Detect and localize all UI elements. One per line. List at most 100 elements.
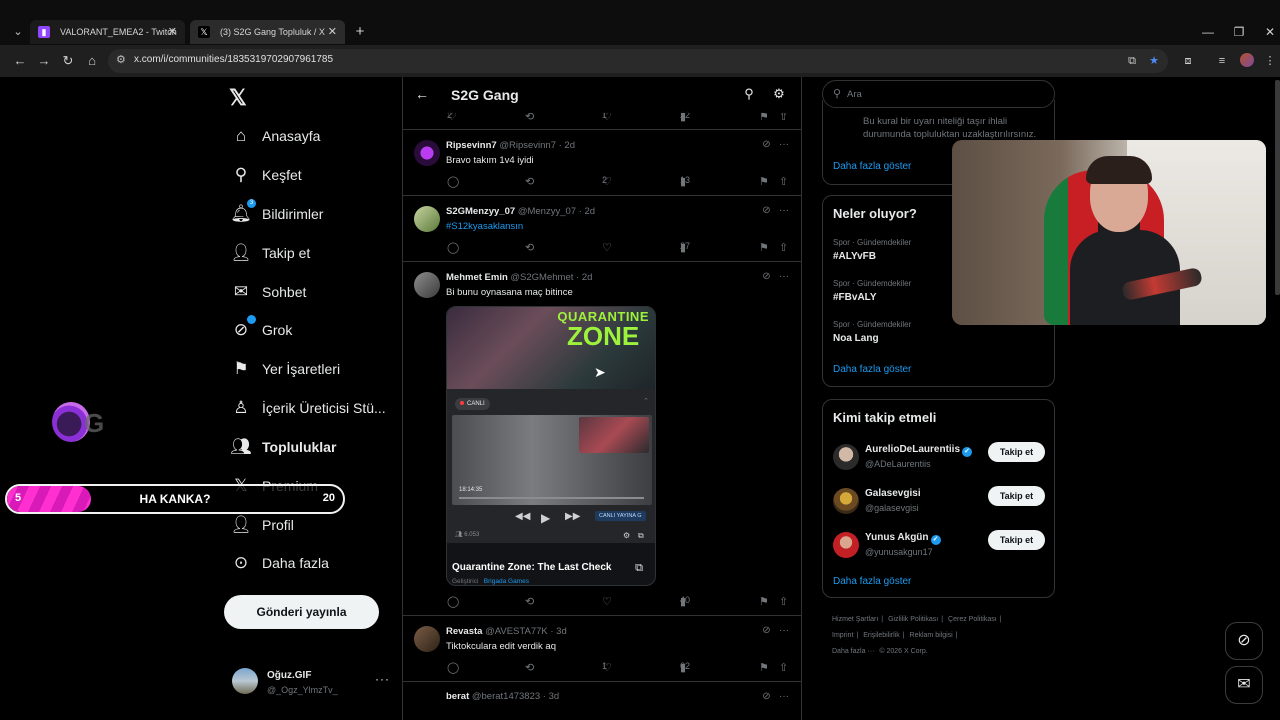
play-icon[interactable]: ▶ bbox=[541, 511, 550, 525]
tweet-author[interactable]: berat bbox=[446, 691, 469, 702]
like-icon[interactable]: ♡ 2 bbox=[602, 175, 612, 188]
grok-icon[interactable]: ⊘ bbox=[762, 205, 770, 216]
post-button[interactable]: Gönderi yayınla bbox=[224, 595, 379, 629]
x-logo-icon[interactable]: 𝕏 bbox=[229, 85, 247, 111]
nav-item-creator-studio[interactable]: ♙ İçerik Üreticisi Stü... bbox=[230, 396, 385, 420]
home-button-icon[interactable]: ⌂ bbox=[84, 53, 100, 69]
bookmark-star-icon[interactable]: ★ bbox=[1146, 53, 1162, 69]
card-footer[interactable]: Quarantine Zone: The Last Check ⧉ Gelişt… bbox=[447, 543, 655, 585]
game-card[interactable]: QUARANTINE ZONE ➤ CANLI ⌃ 18:14:35 ◀◀ ▶ … bbox=[446, 306, 656, 586]
more-icon[interactable]: ··· bbox=[375, 672, 390, 686]
forward-icon[interactable]: ▶▶ bbox=[565, 511, 580, 522]
page-scrollbar[interactable] bbox=[1275, 80, 1280, 295]
suggestion-name[interactable]: Galasevgisi bbox=[865, 488, 921, 499]
tweet-author[interactable]: Revasta bbox=[446, 626, 482, 637]
show-more-link[interactable]: Daha fazla göster bbox=[833, 161, 911, 172]
grok-icon[interactable]: ⊘ bbox=[762, 139, 770, 150]
search-icon[interactable]: ⚲ bbox=[741, 86, 757, 102]
nav-item-home[interactable]: ⌂ Anasayfa bbox=[230, 124, 321, 148]
grok-icon[interactable]: ⊘ bbox=[762, 625, 770, 636]
views-icon[interactable]: ▮ 40 bbox=[680, 595, 690, 608]
back-arrow-icon[interactable]: ← bbox=[415, 86, 429, 102]
card-title[interactable]: Quarantine Zone: The Last Check bbox=[452, 562, 611, 573]
share-card-icon[interactable]: ⧉ bbox=[635, 562, 643, 575]
reload-icon[interactable]: ↻ bbox=[60, 53, 76, 69]
follow-suggestion[interactable]: Yunus Akgün ✓ @yunusakgun17 Takip et bbox=[833, 530, 1045, 564]
imprint-link[interactable]: Imprint bbox=[832, 632, 853, 639]
publisher-link[interactable]: Brigada Games bbox=[484, 578, 529, 585]
suggestion-name[interactable]: Yunus Akgün ✓ bbox=[865, 532, 941, 545]
forward-icon[interactable]: → bbox=[36, 53, 52, 69]
avatar[interactable] bbox=[414, 206, 440, 232]
grok-icon[interactable]: ⊘ bbox=[1225, 622, 1263, 660]
close-tab-icon[interactable]: ✕ bbox=[328, 20, 337, 44]
tweet[interactable]: Ripsevinn7 @Ripsevinn7 · 2d ⊘ ··· Bravo … bbox=[403, 130, 801, 196]
follow-button[interactable]: Takip et bbox=[988, 486, 1045, 506]
go-live-pill[interactable]: CANLI YAYINA G bbox=[595, 511, 646, 521]
cookie-link[interactable]: Çerez Politikası bbox=[948, 616, 997, 623]
more-icon[interactable]: ··· bbox=[779, 205, 789, 216]
more-icon[interactable]: ··· bbox=[779, 139, 789, 150]
hashtag-link[interactable]: #S12kyasaklansın bbox=[446, 221, 523, 232]
tab-search-icon[interactable]: ⌄ bbox=[8, 22, 28, 42]
account-name[interactable]: Oğuz.GIF bbox=[267, 670, 311, 681]
grok-icon[interactable]: ⊘ bbox=[762, 691, 770, 702]
suggestion-name[interactable]: AurelioDeLaurentiis ✓ bbox=[865, 444, 973, 457]
minimize-icon[interactable]: — bbox=[1200, 24, 1216, 40]
avatar[interactable] bbox=[414, 272, 440, 298]
tweet[interactable]: S2GMenzyy_07 @Menzyy_07 · 2d ⊘ ··· #S12k… bbox=[403, 196, 801, 262]
tweet-author[interactable]: S2GMenzyy_07 bbox=[446, 206, 515, 217]
avatar[interactable] bbox=[833, 444, 859, 470]
nav-item-follow[interactable]: 👤︎ Takip et bbox=[230, 241, 310, 265]
avatar[interactable] bbox=[414, 140, 440, 166]
restore-icon[interactable]: ❐ bbox=[1231, 24, 1247, 40]
live-video-player[interactable]: CANLI ⌃ 18:14:35 ◀◀ ▶ ▶▶ CANLI YAYINA G … bbox=[447, 389, 655, 543]
site-info-icon[interactable]: ⚙ bbox=[116, 53, 126, 66]
show-more-link[interactable]: Daha fazla göster bbox=[833, 364, 911, 375]
nav-item-bookmarks[interactable]: ⚑ Yer İşaretleri bbox=[230, 357, 340, 381]
nav-item-explore[interactable]: ⚲ Keşfet bbox=[230, 163, 302, 187]
video-progress-bar[interactable] bbox=[459, 497, 644, 499]
chevron-up-icon[interactable]: ⌃ bbox=[643, 397, 649, 405]
media-controls-icon[interactable]: ≡ bbox=[1214, 53, 1230, 69]
show-more-link[interactable]: Daha fazla göster bbox=[833, 576, 911, 587]
browser-tab-twitch[interactable]: ▮ VALORANT_EMEA2 - Twitch ✕ bbox=[30, 20, 185, 44]
url-field[interactable]: ⚙ x.com/i/communities/183531970290796178… bbox=[108, 49, 1168, 73]
avatar[interactable] bbox=[833, 488, 859, 514]
nav-item-grok[interactable]: ⊘ Grok bbox=[230, 315, 292, 342]
extensions-icon[interactable]: ⧈ bbox=[1180, 53, 1196, 69]
settings-icon[interactable]: ⚙ bbox=[623, 531, 630, 540]
nav-item-notifications[interactable]: 🔔︎ 3 Bildirimler bbox=[230, 199, 323, 226]
external-link-icon[interactable]: ⧉ bbox=[638, 531, 644, 541]
grok-icon[interactable]: ⊘ bbox=[762, 271, 770, 282]
close-tab-icon[interactable]: ✕ bbox=[168, 20, 177, 44]
new-tab-button[interactable]: + bbox=[352, 22, 368, 42]
back-icon[interactable]: ← bbox=[12, 53, 28, 69]
tweet[interactable]: Mehmet Emin @S2GMehmet · 2d ⊘ ··· Bi bun… bbox=[403, 262, 801, 616]
views-icon[interactable]: ▮ 62 bbox=[680, 661, 690, 674]
avatar[interactable] bbox=[232, 668, 258, 694]
views-icon[interactable]: ▮ 13 bbox=[680, 175, 690, 188]
accessibility-link[interactable]: Erişilebilirlik bbox=[863, 632, 900, 639]
avatar[interactable] bbox=[414, 626, 440, 652]
follow-suggestion[interactable]: AurelioDeLaurentiis ✓ @ADeLaurentiis Taki… bbox=[833, 442, 1045, 476]
tweet-author[interactable]: Ripsevinn7 bbox=[446, 140, 497, 151]
tweet-author[interactable]: Mehmet Emin bbox=[446, 272, 508, 283]
gear-icon[interactable]: ⚙ bbox=[771, 86, 787, 102]
close-window-icon[interactable]: ✕ bbox=[1262, 24, 1278, 40]
ads-info-link[interactable]: Reklam bilgisi bbox=[910, 632, 953, 639]
like-icon[interactable]: ♡ 1 bbox=[602, 661, 612, 674]
nav-item-profile[interactable]: 👤︎ Profil bbox=[230, 513, 294, 537]
game-banner-image[interactable]: QUARANTINE ZONE ➤ bbox=[447, 307, 655, 389]
browser-menu-icon[interactable]: ⋮ bbox=[1262, 53, 1278, 69]
terms-link[interactable]: Hizmet Şartları bbox=[832, 616, 878, 623]
community-feed[interactable]: ← S2G Gang ⚲ ⚙ ♡ 2 ⟲ ♡ 1 ▮ 22 ⚑ ⇧ Ripsevinn… bbox=[402, 77, 802, 720]
mail-icon[interactable]: ✉ bbox=[1225, 666, 1263, 704]
more-icon[interactable]: ··· bbox=[779, 271, 789, 282]
browser-tab-x[interactable]: 𝕏 (3) S2G Gang Topluluk / X ✕ bbox=[190, 20, 345, 44]
views-icon[interactable]: ▮ 27 bbox=[680, 241, 690, 254]
more-link[interactable]: Daha fazla ··· bbox=[832, 648, 874, 655]
more-icon[interactable]: ··· bbox=[779, 691, 789, 702]
follow-button[interactable]: Takip et bbox=[988, 442, 1045, 462]
browser-profile-avatar[interactable] bbox=[1240, 53, 1254, 67]
